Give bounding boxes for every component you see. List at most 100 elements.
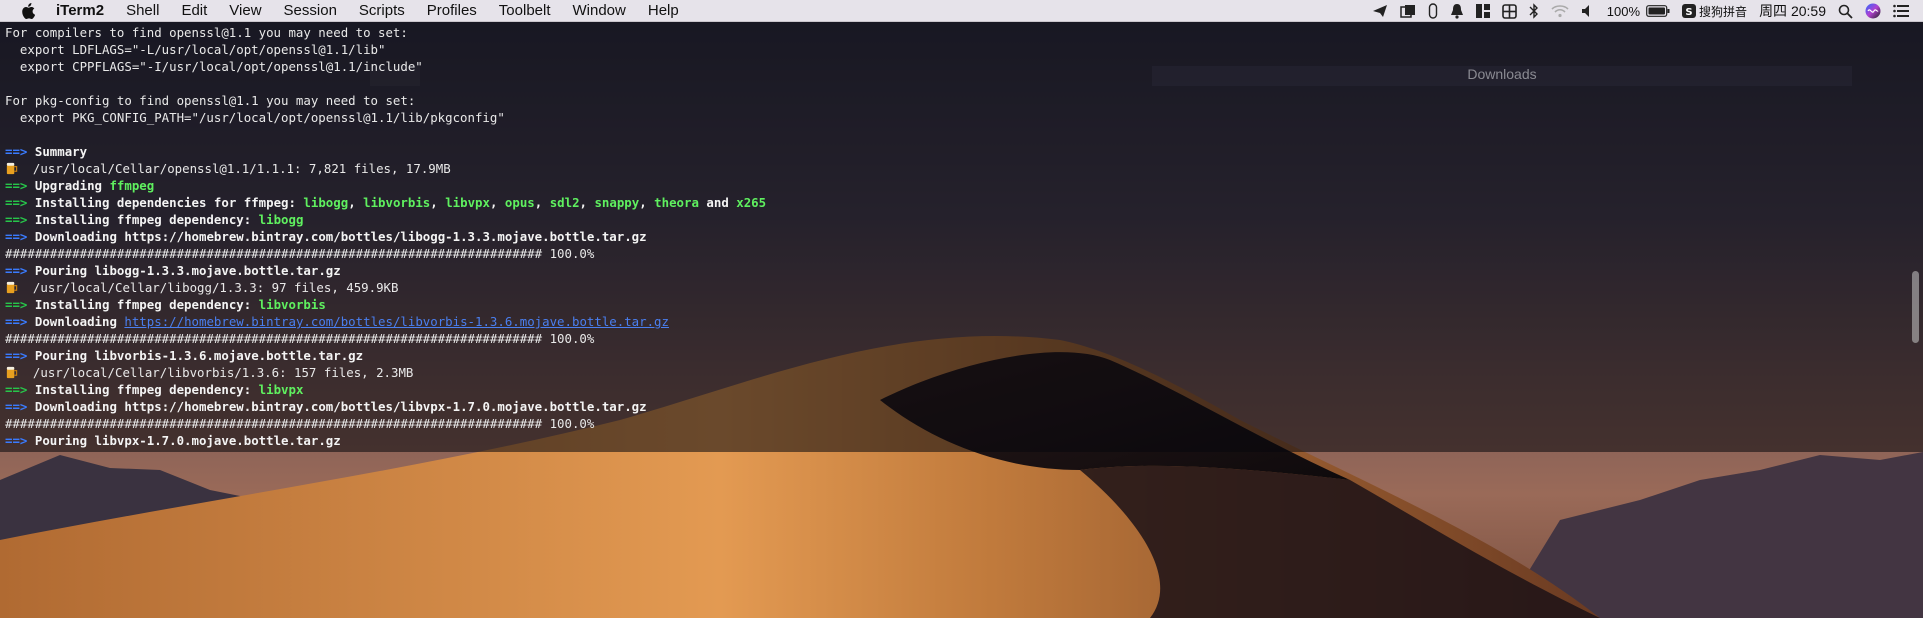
summary-label: Summary [34, 144, 88, 159]
terminal-line: export CPPFLAGS="-I/usr/local/opt/openss… [5, 59, 423, 74]
installing-dep-label: Installing ffmpeg dependency: [34, 297, 252, 312]
scrollbar-track[interactable] [1911, 22, 1919, 452]
dep-package: opus [504, 195, 535, 210]
cellar-openssl: /usr/local/Cellar/openssl@1.1/1.1.1: 7,8… [32, 161, 451, 176]
sogou-icon[interactable]: S [1676, 0, 1699, 22]
cellar-libogg: /usr/local/Cellar/libogg/1.3.3: 97 files… [32, 280, 399, 295]
separator: , [579, 195, 587, 210]
arrow-marker: ==> [5, 297, 28, 312]
progress-line: ########################################… [5, 416, 595, 431]
bell-icon[interactable] [1444, 0, 1470, 22]
menu-app-name[interactable]: iTerm2 [56, 0, 115, 22]
installing-deps-label: Installing dependencies for ffmpeg: [34, 195, 296, 210]
terminal-line: ==> Pouring libogg-1.3.3.mojave.bottle.t… [5, 262, 1905, 279]
progress-line: ########################################… [5, 246, 595, 261]
arrow-marker: ==> [5, 229, 28, 244]
menu-session[interactable]: Session [273, 0, 348, 22]
installing-dep-label: Installing ffmpeg dependency: [34, 382, 252, 397]
grid-icon[interactable] [1470, 0, 1496, 22]
table-icon[interactable] [1496, 0, 1523, 22]
terminal-line: ==> Upgrading ffmpeg [5, 177, 1905, 194]
battery-icon[interactable] [1646, 0, 1676, 22]
terminal-line: For pkg-config to find openssl@1.1 you m… [5, 93, 416, 108]
list-icon[interactable] [1887, 0, 1915, 22]
upgrading-label: Upgrading [34, 178, 102, 193]
menu-view[interactable]: View [218, 0, 272, 22]
terminal-line: ==> Installing ffmpeg dependency: libvpx [5, 381, 1905, 398]
battery-percent[interactable]: 100% [1601, 0, 1646, 22]
dep-package: x265 [736, 195, 767, 210]
menu-profiles[interactable]: Profiles [416, 0, 488, 22]
bluetooth-icon[interactable] [1523, 0, 1545, 22]
terminal-line: ==> Installing dependencies for ffmpeg: … [5, 194, 1905, 211]
terminal-line: export PKG_CONFIG_PATH="/usr/local/opt/o… [5, 110, 505, 125]
and-word: and [706, 195, 729, 210]
terminal-line: ==> Downloading https://homebrew.bintray… [5, 228, 1905, 245]
dep-package: libvpx [445, 195, 490, 210]
arrow-marker: ==> [5, 212, 28, 227]
menu-scripts[interactable]: Scripts [348, 0, 416, 22]
progress-line: ########################################… [5, 331, 595, 346]
arrow-marker: ==> [5, 399, 28, 414]
menu-bar: iTerm2 Shell Edit View Session Scripts P… [0, 0, 1923, 22]
terminal-line: /usr/local/Cellar/libogg/1.3.3: 97 files… [5, 279, 1905, 296]
downloading-label: Downloading [34, 314, 117, 329]
terminal-window[interactable]: Downloads For compilers to find openssl@… [0, 22, 1923, 452]
download-url: https://homebrew.bintray.com/bottles/lib… [124, 399, 647, 414]
separator: , [430, 195, 438, 210]
beer-icon [6, 366, 18, 379]
terminal-line: ==> Pouring libvpx-1.7.0.mojave.bottle.t… [5, 432, 1905, 449]
arrow-marker: ==> [5, 314, 28, 329]
installing-dep-label: Installing ffmpeg dependency: [34, 212, 252, 227]
separator: , [639, 195, 647, 210]
dep-package: libvorbis [363, 195, 431, 210]
input-method-label[interactable]: 搜狗拼音 [1699, 0, 1753, 22]
dep-package: libogg [303, 195, 349, 210]
download-url: https://homebrew.bintray.com/bottles/lib… [124, 229, 647, 244]
terminal-line: export LDFLAGS="-L/usr/local/opt/openssl… [5, 42, 386, 57]
downloading-label: Downloading [34, 229, 117, 244]
package-ffmpeg: ffmpeg [109, 178, 155, 193]
arrow-marker: ==> [5, 178, 28, 193]
package-libogg: libogg [258, 212, 304, 227]
search-icon[interactable] [1832, 0, 1859, 22]
terminal-line: /usr/local/Cellar/libvorbis/1.3.6: 157 f… [5, 364, 1905, 381]
menu-help[interactable]: Help [637, 0, 690, 22]
siri-icon[interactable] [1859, 0, 1887, 22]
arrow-marker: ==> [5, 382, 28, 397]
pouring-libogg: Pouring libogg-1.3.3.mojave.bottle.tar.g… [34, 263, 341, 278]
package-libvorbis: libvorbis [258, 297, 326, 312]
apple-logo-icon[interactable] [20, 0, 36, 22]
package-libvpx: libvpx [258, 382, 304, 397]
clock[interactable]: 周四 20:59 [1753, 0, 1832, 22]
paper-plane-icon[interactable] [1366, 0, 1394, 22]
terminal-line: ==> Downloading https://homebrew.bintray… [5, 313, 1905, 330]
arrow-marker: ==> [5, 433, 28, 448]
stack-icon[interactable] [1394, 0, 1422, 22]
terminal-line: ==> Installing ffmpeg dependency: libvor… [5, 296, 1905, 313]
terminal-line: For compilers to find openssl@1.1 you ma… [5, 25, 408, 40]
arrow-marker: ==> [5, 348, 28, 363]
menu-window[interactable]: Window [562, 0, 637, 22]
arrow-marker: ==> [5, 263, 28, 278]
menu-shell[interactable]: Shell [115, 0, 170, 22]
arrow-marker: ==> [5, 195, 28, 210]
beer-icon [6, 281, 18, 294]
wifi-icon[interactable] [1545, 0, 1575, 22]
download-url-link[interactable]: https://homebrew.bintray.com/bottles/lib… [124, 314, 669, 329]
capsule-icon[interactable] [1422, 0, 1444, 22]
terminal-line: ==> Downloading https://homebrew.bintray… [5, 398, 1905, 415]
scrollbar-thumb[interactable] [1912, 271, 1919, 343]
pouring-libvorbis: Pouring libvorbis-1.3.6.mojave.bottle.ta… [34, 348, 364, 363]
menu-edit[interactable]: Edit [170, 0, 218, 22]
terminal-line: ==> Installing ffmpeg dependency: libogg [5, 211, 1905, 228]
terminal-line: /usr/local/Cellar/openssl@1.1/1.1.1: 7,8… [5, 160, 1905, 177]
terminal-line: ==> Summary [5, 143, 1905, 160]
dep-package: theora [654, 195, 699, 210]
separator: , [534, 195, 543, 210]
cellar-libvorbis: /usr/local/Cellar/libvorbis/1.3.6: 157 f… [32, 365, 414, 380]
volume-icon[interactable] [1575, 0, 1601, 22]
menu-toolbelt[interactable]: Toolbelt [488, 0, 562, 22]
